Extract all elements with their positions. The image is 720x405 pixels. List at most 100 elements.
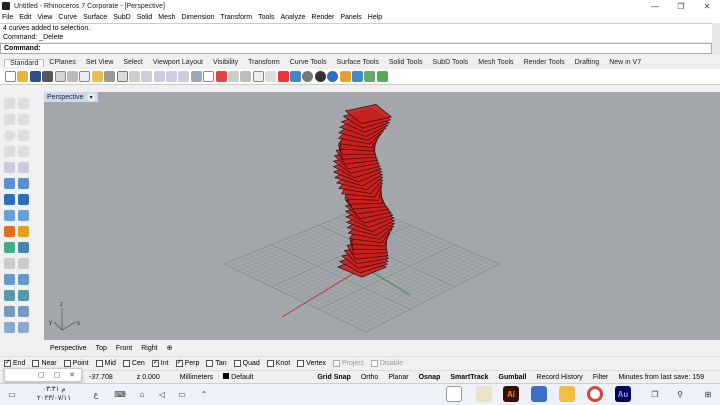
task-view-icon[interactable]: ❐: [647, 386, 663, 402]
subd-icon[interactable]: [4, 210, 15, 221]
osnap-cen[interactable]: Cen: [122, 359, 145, 367]
tab-standard[interactable]: Standard: [4, 58, 45, 67]
layer-icon[interactable]: [252, 71, 264, 82]
rotate-view-icon[interactable]: [128, 71, 140, 82]
menu-subd[interactable]: SubD: [113, 14, 131, 21]
join-icon[interactable]: [4, 274, 15, 285]
move-tool-icon[interactable]: [4, 290, 15, 301]
select-icon[interactable]: [228, 71, 240, 82]
rhino-taskbar-icon[interactable]: [446, 386, 462, 402]
rotate-tool-icon[interactable]: [18, 290, 29, 301]
group-icon[interactable]: [18, 322, 29, 333]
vp-tab-front[interactable]: Front: [116, 345, 132, 352]
file-explorer-taskbar-icon[interactable]: [559, 386, 575, 402]
arc-icon[interactable]: [18, 130, 29, 141]
osnap-project[interactable]: Project: [333, 359, 364, 367]
four-view-icon[interactable]: [190, 71, 202, 82]
tab-render-tools[interactable]: Render Tools: [519, 59, 570, 66]
cplane-icon[interactable]: [203, 71, 215, 82]
close-button[interactable]: ✕: [694, 2, 720, 11]
surface-corners-icon[interactable]: [4, 178, 15, 189]
tab-new-in-v7[interactable]: New in V7: [604, 59, 646, 66]
zoom-icon[interactable]: [141, 71, 153, 82]
taskbar-preview-popup[interactable]: ▢ ▢ ✕: [4, 368, 82, 382]
command-scrollbar[interactable]: [712, 23, 720, 55]
text-icon[interactable]: [18, 242, 29, 253]
zoom-extents-icon[interactable]: [166, 71, 178, 82]
save-icon[interactable]: [29, 71, 41, 82]
rectangle-icon[interactable]: [4, 146, 15, 157]
array-icon[interactable]: [4, 322, 15, 333]
dimension-icon[interactable]: [4, 242, 15, 253]
menu-surface[interactable]: Surface: [83, 14, 107, 21]
grid-icon[interactable]: [240, 71, 252, 82]
search-icon[interactable]: ⚲: [672, 386, 688, 402]
menu-curve[interactable]: Curve: [58, 14, 77, 21]
filter-toggle[interactable]: Filter: [588, 374, 614, 381]
menu-mesh[interactable]: Mesh: [158, 14, 175, 21]
render-sphere-icon[interactable]: [302, 71, 314, 82]
curve-icon[interactable]: [18, 114, 29, 125]
menu-render[interactable]: Render: [311, 14, 334, 21]
box-icon[interactable]: [4, 194, 15, 205]
osnap-disable[interactable]: Disable: [370, 359, 403, 367]
tab-transform[interactable]: Transform: [243, 59, 285, 66]
units[interactable]: Millimeters: [175, 374, 218, 381]
osnap-toggle[interactable]: Osnap: [414, 374, 446, 381]
word-taskbar-icon[interactable]: [531, 386, 547, 402]
import-icon[interactable]: [54, 71, 66, 82]
menu-view[interactable]: View: [37, 14, 52, 21]
grid-snap-toggle[interactable]: Grid Snap: [312, 374, 355, 381]
ortho-toggle[interactable]: Ortho: [356, 374, 384, 381]
add-viewport-icon[interactable]: ⊕: [167, 344, 173, 352]
minimize-button[interactable]: —: [642, 2, 668, 11]
polygon-icon[interactable]: [18, 146, 29, 157]
command-input[interactable]: Command:: [0, 43, 712, 54]
zoom-selected-icon[interactable]: [178, 71, 190, 82]
rendered-sphere-icon[interactable]: [314, 71, 326, 82]
planar-toggle[interactable]: Planar: [383, 374, 413, 381]
menu-panels[interactable]: Panels: [340, 14, 361, 21]
audition-taskbar-icon[interactable]: Au: [615, 386, 631, 402]
paste-icon[interactable]: [91, 71, 103, 82]
open-folder-icon[interactable]: [17, 71, 29, 82]
network-icon[interactable]: ⌂: [134, 386, 150, 402]
keyboard-icon[interactable]: ⌨: [112, 386, 128, 402]
menu-help[interactable]: Help: [368, 14, 382, 21]
material-icon[interactable]: [289, 71, 301, 82]
osnap-end[interactable]: End: [4, 358, 25, 367]
tab-surface-tools[interactable]: Surface Tools: [332, 59, 384, 66]
tab-visibility[interactable]: Visibility: [208, 59, 243, 66]
taskbar-clock[interactable]: م ٠٣:٣١ ٢٠٢٣/٠٧/١١: [24, 383, 84, 405]
osnap-int[interactable]: Int: [151, 358, 169, 367]
start-menu-icon[interactable]: ⊞: [700, 386, 716, 402]
smarttrack-toggle[interactable]: SmartTrack: [445, 374, 493, 381]
spotlight-icon[interactable]: [18, 226, 29, 237]
gumball-toggle[interactable]: Gumball: [494, 374, 532, 381]
solid-union-icon[interactable]: [18, 194, 29, 205]
tab-mesh-tools[interactable]: Mesh Tools: [473, 59, 518, 66]
tab-viewport-layout[interactable]: Viewport Layout: [148, 59, 208, 66]
popup-close-icon[interactable]: ✕: [69, 371, 75, 379]
tray-chevron-icon[interactable]: ⌃: [196, 386, 212, 402]
record-history-toggle[interactable]: Record History: [532, 374, 588, 381]
osnap-knot[interactable]: Knot: [266, 359, 290, 367]
tab-curve-tools[interactable]: Curve Tools: [285, 59, 332, 66]
osnap-point[interactable]: Point: [63, 359, 89, 367]
vp-tab-top[interactable]: Top: [96, 345, 107, 352]
menu-solid[interactable]: Solid: [137, 14, 153, 21]
light-icon[interactable]: [4, 226, 15, 237]
grasshopper-taskbar-icon[interactable]: [476, 386, 492, 402]
undo-icon[interactable]: [104, 71, 116, 82]
properties-icon[interactable]: [277, 71, 289, 82]
notification-icon[interactable]: ▭: [4, 386, 20, 402]
popup-maximize-icon[interactable]: ▢: [54, 371, 61, 379]
popup-restore-icon[interactable]: ▢: [38, 371, 45, 379]
language-indicator[interactable]: ع: [88, 386, 104, 402]
perspective-viewport[interactable]: z x y Perspective ▾: [44, 92, 720, 340]
viewport-title[interactable]: Perspective ▾: [44, 92, 98, 102]
illustrator-taskbar-icon[interactable]: Ai: [503, 386, 519, 402]
mesh-icon[interactable]: [18, 210, 29, 221]
lightbulb-icon[interactable]: [265, 71, 277, 82]
new-file-icon[interactable]: [5, 71, 16, 82]
